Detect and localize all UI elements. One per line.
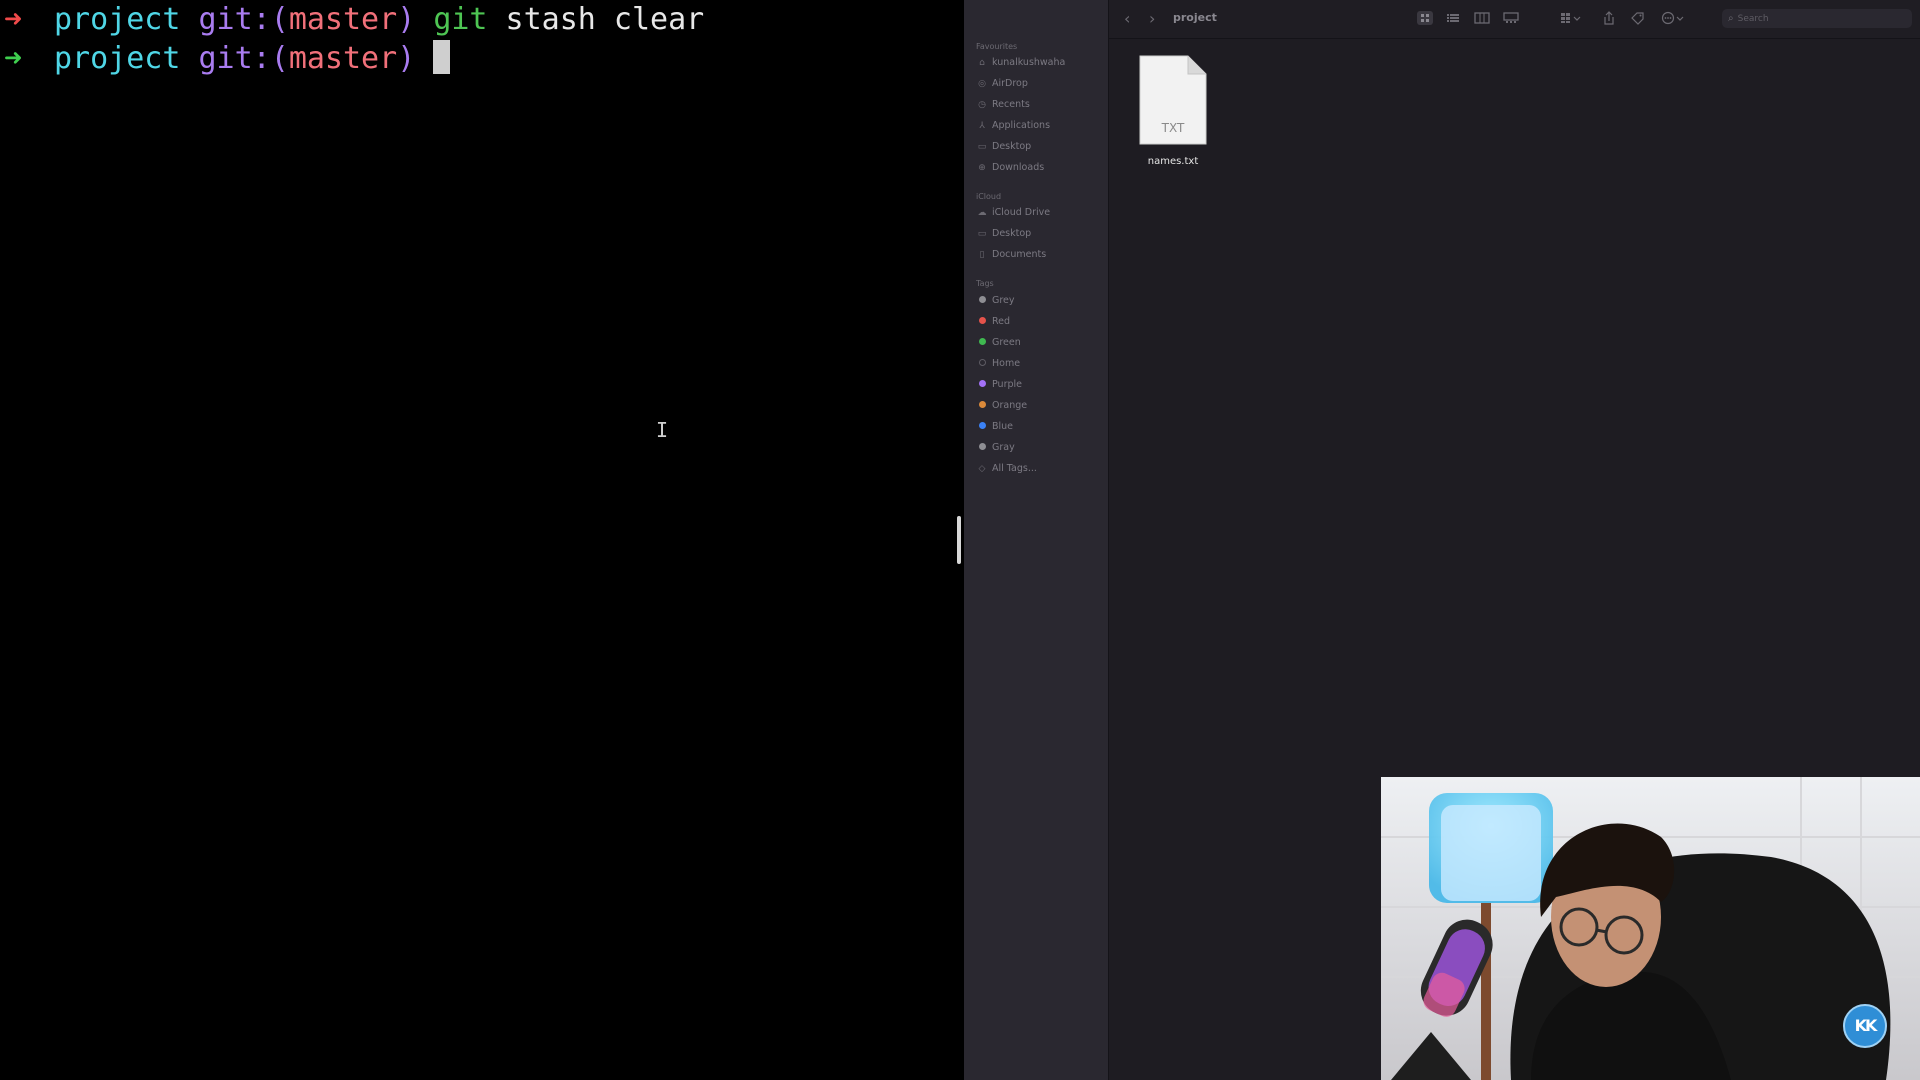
sidebar-item-label: iCloud Drive xyxy=(992,207,1051,218)
forward-button[interactable]: › xyxy=(1149,9,1155,29)
prompt-git-close: ) xyxy=(397,41,416,76)
prompt-arrow-icon: ➜ xyxy=(4,2,23,37)
sidebar-item-label: AirDrop xyxy=(992,78,1028,89)
sidebar-item-label: Applications xyxy=(992,120,1051,131)
tag-dot-icon xyxy=(979,380,986,387)
file-type-label: TXT xyxy=(1161,121,1185,135)
sidebar-item-label: Documents xyxy=(992,249,1047,260)
desktop-icon: ▭ xyxy=(977,229,987,239)
applications-icon: ⅄ xyxy=(979,121,985,131)
sidebar-item-label: Red xyxy=(992,316,1011,327)
sidebar-item-label: Orange xyxy=(992,400,1028,411)
icon-view-icon[interactable] xyxy=(1417,11,1433,25)
file-name: names.txt xyxy=(1147,156,1199,167)
webcam-video-overlay xyxy=(1381,777,1920,1080)
ibeam-cursor-icon: I xyxy=(656,418,669,442)
sidebar-item-label: Grey xyxy=(992,295,1015,306)
finder-sidebar: Favourites ⌂ kunalkushwaha ◎ AirDrop ◷ Rece… xyxy=(964,0,1109,1080)
sidebar-item-documents[interactable]: ▯ Documents xyxy=(976,247,1047,263)
prompt-git-label: git:( xyxy=(198,41,289,76)
home-icon: ⌂ xyxy=(979,58,985,68)
terminal-line: ➜ project git:(master) git stash clear xyxy=(0,0,704,40)
command-args: stash clear xyxy=(487,2,705,37)
sidebar-item-label: Home xyxy=(992,358,1021,369)
terminal-line: ➜ project git:(master) xyxy=(0,39,451,79)
clock-icon: ◷ xyxy=(978,100,986,110)
gallery-view-icon[interactable] xyxy=(1503,11,1519,25)
file-item[interactable]: TXT names.txt xyxy=(1133,54,1213,174)
prompt-directory: project xyxy=(54,41,181,76)
sidebar-section-icloud: iCloud xyxy=(976,192,1002,201)
tag-dot-icon xyxy=(979,443,986,450)
search-field[interactable]: ⌕ Search xyxy=(1722,9,1912,28)
text-file-icon: TXT xyxy=(1139,55,1207,145)
sidebar-item-applications[interactable]: ⅄ Applications xyxy=(976,118,1050,134)
tag-dot-icon xyxy=(979,422,986,429)
sidebar-tag-purple[interactable]: Purple xyxy=(976,377,1022,393)
downloads-icon: ⊕ xyxy=(978,163,986,173)
more-actions-icon[interactable] xyxy=(1661,11,1685,25)
sidebar-section-favourites: Favourites xyxy=(976,42,1018,51)
terminal-cursor[interactable] xyxy=(433,40,451,74)
command-name: git xyxy=(433,2,488,37)
search-icon: ⌕ xyxy=(1728,13,1734,24)
sidebar-item-airdrop[interactable]: ◎ AirDrop xyxy=(976,76,1028,92)
sidebar-item-label: Green xyxy=(992,337,1021,348)
column-view-icon[interactable] xyxy=(1474,11,1490,25)
sidebar-all-tags[interactable]: ◇ All Tags... xyxy=(976,461,1037,477)
tag-dot-icon xyxy=(979,317,986,324)
prompt-branch: master xyxy=(288,41,398,76)
sidebar-item-desktop[interactable]: ▭ Desktop xyxy=(976,139,1031,155)
tag-icon[interactable] xyxy=(1630,11,1646,25)
prompt-arrow-icon: ➜ xyxy=(4,41,23,76)
group-by-icon[interactable] xyxy=(1560,11,1582,25)
sidebar-tag-orange[interactable]: Orange xyxy=(976,398,1027,414)
sidebar-item-label: All Tags... xyxy=(992,463,1037,474)
sidebar-item-label: Recents xyxy=(992,99,1030,110)
sidebar-section-tags: Tags xyxy=(976,279,994,288)
tag-dot-icon xyxy=(979,401,986,408)
sidebar-item-label: Desktop xyxy=(992,141,1032,152)
sidebar-item-icloud-desktop[interactable]: ▭ Desktop xyxy=(976,226,1031,242)
prompt-branch: master xyxy=(288,2,398,37)
document-icon: ▯ xyxy=(979,250,985,260)
sidebar-tag-grey[interactable]: Grey xyxy=(976,293,1015,309)
sidebar-item-label: Gray xyxy=(992,442,1015,453)
sidebar-item-label: Purple xyxy=(992,379,1023,390)
sidebar-tag-home[interactable]: Home xyxy=(976,356,1020,372)
sidebar-tag-blue[interactable]: Blue xyxy=(976,419,1013,435)
tag-dot-icon xyxy=(979,296,986,303)
airdrop-icon: ◎ xyxy=(978,79,986,89)
sidebar-item-downloads[interactable]: ⊕ Downloads xyxy=(976,160,1044,176)
window-title: project xyxy=(1173,11,1217,24)
list-view-icon[interactable] xyxy=(1445,11,1461,25)
sidebar-item-label: Desktop xyxy=(992,228,1032,239)
logo-text: KK xyxy=(1854,1016,1878,1035)
sidebar-tag-gray[interactable]: Gray xyxy=(976,440,1015,456)
back-button[interactable]: ‹ xyxy=(1124,9,1130,29)
sidebar-tag-red[interactable]: Red xyxy=(976,314,1010,330)
tag-dot-icon xyxy=(979,359,986,366)
prompt-git-close: ) xyxy=(397,2,416,37)
sidebar-item-label: kunalkushwaha xyxy=(992,57,1066,68)
search-placeholder: Search xyxy=(1737,14,1769,24)
terminal-window[interactable]: ➜ project git:(master) git stash clear ➜… xyxy=(0,0,958,1080)
tag-dot-icon xyxy=(979,338,986,345)
sidebar-item-label: Blue xyxy=(992,421,1014,432)
sidebar-tag-green[interactable]: Green xyxy=(976,335,1021,351)
sidebar-item-icloud-drive[interactable]: ☁ iCloud Drive xyxy=(976,205,1051,221)
cloud-icon: ☁ xyxy=(977,208,987,218)
desktop-icon: ▭ xyxy=(977,142,987,152)
prompt-git-label: git:( xyxy=(198,2,289,37)
sidebar-item-label: Downloads xyxy=(992,162,1045,173)
prompt-directory: project xyxy=(54,2,181,37)
sidebar-item-recents[interactable]: ◷ Recents xyxy=(976,97,1030,113)
channel-logo: KK xyxy=(1843,1004,1887,1048)
split-divider-handle[interactable] xyxy=(957,516,961,564)
tag-icon: ◇ xyxy=(978,464,986,474)
share-icon[interactable] xyxy=(1601,11,1617,25)
sidebar-item-home[interactable]: ⌂ kunalkushwaha xyxy=(976,55,1065,71)
